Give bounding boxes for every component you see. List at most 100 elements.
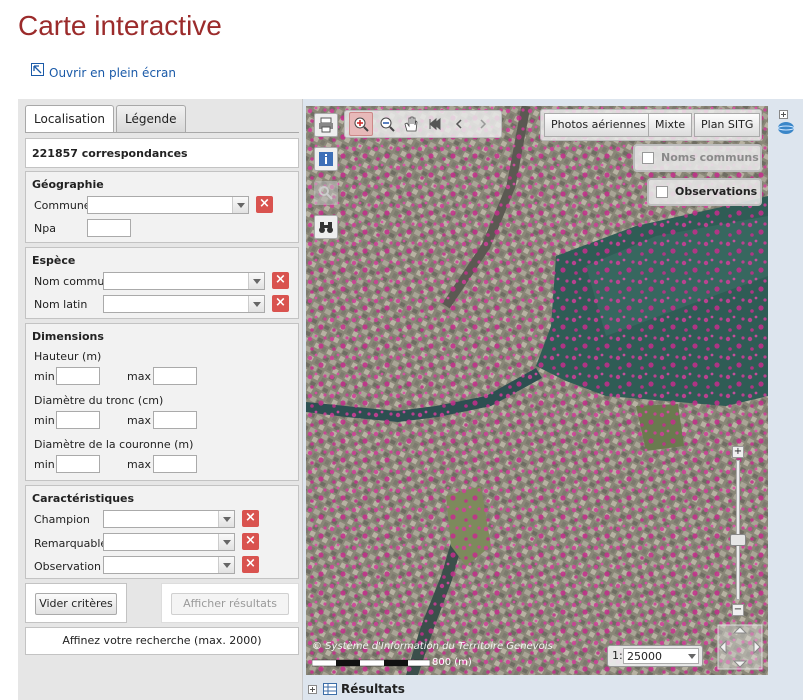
- pan-control[interactable]: [717, 624, 763, 670]
- binoculars-icon: [319, 222, 333, 233]
- skip-back-icon: [429, 117, 441, 131]
- map-type-plan[interactable]: Plan SITG: [694, 113, 761, 137]
- binoculars-button[interactable]: [314, 215, 338, 239]
- zoom-out-button[interactable]: −: [732, 604, 744, 616]
- chevron-down-icon[interactable]: [218, 557, 234, 573]
- tronc-min-input[interactable]: [56, 411, 100, 429]
- tronc-max-input[interactable]: [153, 411, 197, 429]
- npa-input[interactable]: [87, 219, 131, 237]
- previous-extent-button[interactable]: [447, 112, 471, 136]
- dimensions-panel: Dimensions Hauteur (m) min max Diamètre …: [25, 323, 299, 481]
- map-type-photos[interactable]: Photos aériennes: [544, 113, 653, 137]
- espece-panel: Espèce Nom commun × Nom latin ×: [25, 247, 299, 319]
- clear-remarquable-button[interactable]: ×: [242, 533, 259, 550]
- chevron-down-icon[interactable]: [688, 654, 696, 659]
- zoom-in-button[interactable]: +: [732, 446, 744, 458]
- chevron-down-icon[interactable]: [218, 511, 234, 527]
- couronne-max-input[interactable]: [153, 455, 197, 473]
- nom-latin-combo[interactable]: [103, 295, 265, 313]
- tab-localisation[interactable]: Localisation: [25, 105, 115, 133]
- scale-distance: 800 (m): [432, 657, 472, 668]
- tronc-min-label: min: [34, 414, 55, 427]
- map-type-mixte[interactable]: Mixte: [648, 113, 693, 137]
- first-extent-button[interactable]: [423, 112, 447, 136]
- remarquable-combo[interactable]: [103, 533, 235, 551]
- geographie-panel: Géographie Commune × Npa: [25, 171, 299, 243]
- clear-champion-button[interactable]: ×: [242, 510, 259, 527]
- couronne-min-label: min: [34, 458, 55, 471]
- couronne-min-input[interactable]: [56, 455, 100, 473]
- chevron-down-icon[interactable]: [248, 273, 264, 289]
- navigation-toolbar: [344, 110, 502, 138]
- tab-legende[interactable]: Légende: [116, 105, 186, 132]
- pan-tool[interactable]: [399, 112, 423, 136]
- clear-nom-commun-button[interactable]: ×: [272, 272, 289, 289]
- scale-select[interactable]: 1: 25000: [607, 645, 703, 667]
- info-icon: [319, 152, 333, 166]
- chevron-down-icon[interactable]: [232, 197, 248, 213]
- diametre-couronne-label: Diamètre de la couronne (m): [34, 438, 194, 451]
- commune-combo[interactable]: [87, 196, 249, 214]
- espece-header: Espèce: [32, 254, 76, 267]
- observations-checkbox[interactable]: [656, 186, 668, 198]
- nom-commun-combo[interactable]: [103, 272, 265, 290]
- zoom-out-tool[interactable]: [375, 112, 399, 136]
- clear-nom-latin-button[interactable]: ×: [272, 295, 289, 312]
- scale-input[interactable]: 25000: [623, 648, 699, 664]
- chevron-down-icon[interactable]: [248, 296, 264, 312]
- npa-label: Npa: [34, 222, 56, 235]
- hauteur-max-label: max: [127, 370, 151, 383]
- fullscreen-link-label: Ouvrir en plein écran: [49, 66, 176, 80]
- table-icon: [323, 683, 337, 695]
- zoom-track[interactable]: [736, 460, 740, 600]
- champion-combo[interactable]: [103, 510, 235, 528]
- hauteur-label: Hauteur (m): [34, 350, 102, 363]
- geographie-header: Géographie: [32, 178, 104, 191]
- zoom-thumb[interactable]: [730, 534, 746, 546]
- noms-communs-checkbox[interactable]: [642, 152, 654, 164]
- hauteur-min-input[interactable]: [56, 367, 100, 385]
- print-icon: [319, 117, 333, 133]
- results-panel-toggle[interactable]: Résultats: [308, 682, 405, 696]
- nom-latin-label: Nom latin: [34, 298, 88, 311]
- couronne-max-label: max: [127, 458, 151, 471]
- clear-criteria-button[interactable]: Vider critères: [35, 593, 117, 615]
- expand-icon[interactable]: [308, 684, 317, 694]
- map-application: Localisation Légende 221857 correspondan…: [18, 99, 803, 700]
- zoom-slider[interactable]: + −: [730, 446, 746, 616]
- zoom-out-icon: [380, 117, 395, 132]
- tabs-divider: [25, 132, 299, 133]
- observation-combo[interactable]: [103, 556, 235, 574]
- search-map-button[interactable]: [314, 181, 338, 205]
- next-extent-button[interactable]: [471, 112, 495, 136]
- chevron-down-icon[interactable]: [218, 534, 234, 550]
- clear-commune-button[interactable]: ×: [256, 196, 273, 213]
- clear-observation-button[interactable]: ×: [242, 556, 259, 573]
- commune-label: Commune: [34, 199, 91, 212]
- hand-icon: [404, 116, 418, 132]
- hauteur-max-input[interactable]: [153, 367, 197, 385]
- caracteristiques-header: Caractéristiques: [32, 492, 135, 505]
- zoom-in-tool[interactable]: [349, 112, 373, 136]
- layer-noms-communs[interactable]: Noms communs: [633, 144, 762, 172]
- scale-bar: [312, 659, 430, 667]
- caracteristiques-panel: Caractéristiques Champion × Remarquable …: [25, 485, 299, 579]
- fullscreen-link[interactable]: Ouvrir en plein écran: [31, 62, 176, 80]
- layer-observations[interactable]: Observations: [647, 178, 762, 206]
- scale-prefix: 1:: [612, 649, 623, 662]
- show-results-box: Afficher résultats: [161, 583, 299, 623]
- map-view[interactable]: Photos aériennes Mixte Plan SITG Noms co…: [306, 106, 768, 675]
- expand-panel-toggle[interactable]: [779, 109, 789, 119]
- nom-commun-label: Nom commun: [34, 275, 112, 288]
- match-count-panel: 221857 correspondances: [25, 138, 299, 168]
- info-button[interactable]: [314, 147, 338, 171]
- search-hint: Affinez votre recherche (max. 2000): [25, 627, 299, 655]
- show-results-button[interactable]: Afficher résultats: [171, 593, 289, 615]
- globe-icon[interactable]: [777, 121, 795, 135]
- print-button[interactable]: [314, 113, 338, 137]
- noms-communs-label: Noms communs: [661, 151, 759, 164]
- sidebar-tabs: Localisation Légende: [25, 105, 188, 133]
- champion-label: Champion: [34, 513, 90, 526]
- diametre-tronc-label: Diamètre du tronc (cm): [34, 394, 164, 407]
- results-label: Résultats: [341, 682, 405, 696]
